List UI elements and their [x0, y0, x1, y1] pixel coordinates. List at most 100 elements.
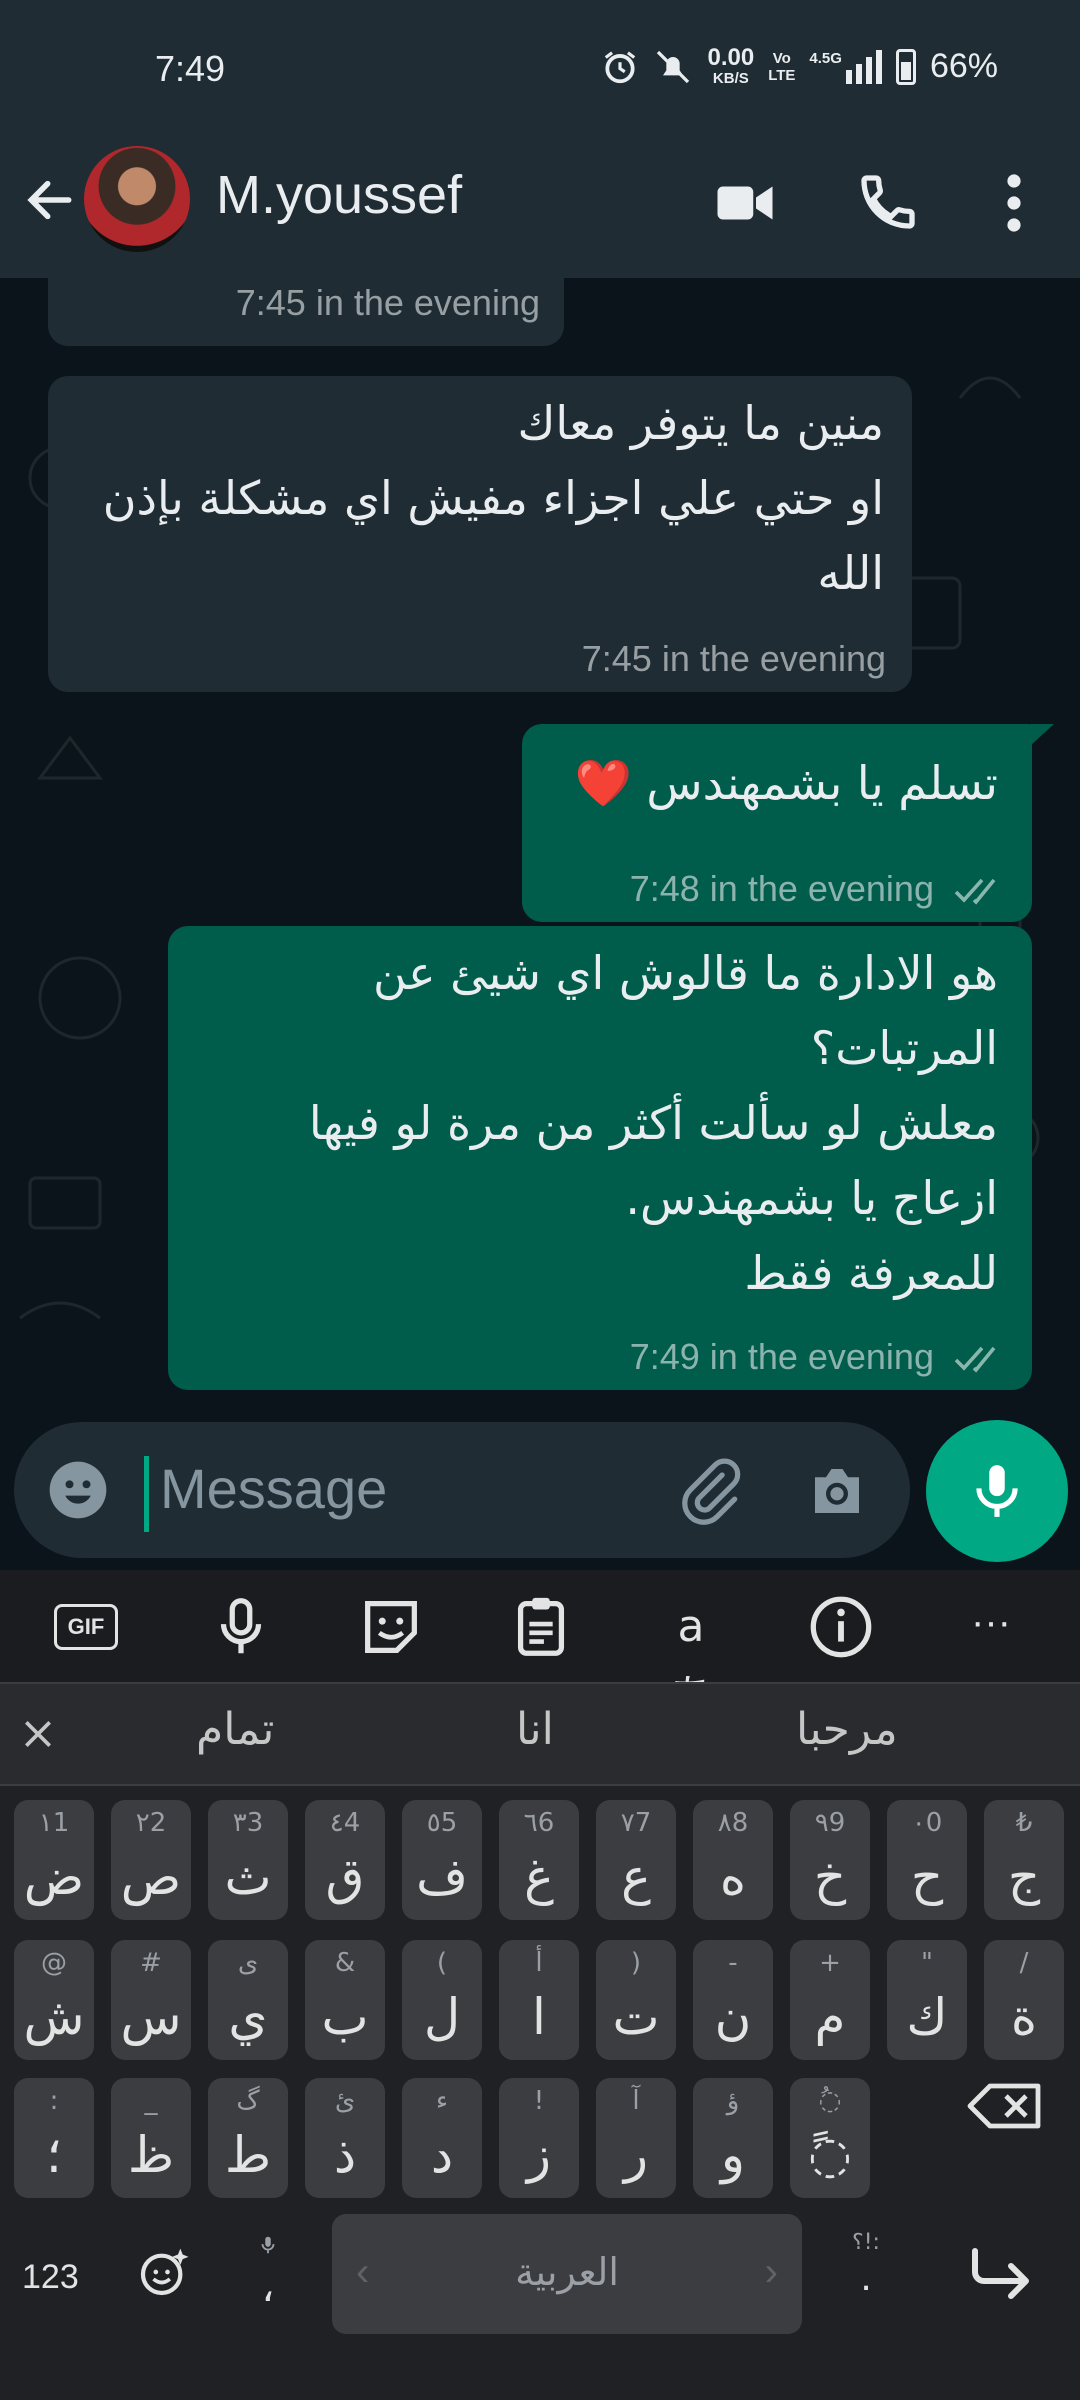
key-label: ط: [224, 2126, 272, 2184]
key-hint: @: [41, 1948, 67, 1978]
comma-key[interactable]: ،: [248, 2230, 288, 2330]
key-hint: ): [630, 1948, 642, 1978]
network-type: 4.5G: [809, 49, 842, 67]
key-hint: ٣3: [232, 1808, 264, 1838]
message-input[interactable]: Message: [14, 1422, 910, 1558]
double-check-icon: [954, 1347, 996, 1374]
enter-icon[interactable]: [966, 2240, 1038, 2304]
bubble-tail: [1030, 724, 1054, 746]
battery-icon: [895, 48, 916, 85]
suggestion-2[interactable]: انا: [516, 1704, 554, 1755]
mic-icon: [976, 1465, 1018, 1517]
gif-icon[interactable]: GIF: [54, 1592, 124, 1662]
avatar[interactable]: [84, 146, 190, 252]
suggestion-3[interactable]: مرحبا: [796, 1704, 898, 1755]
key-label: ◌ً: [808, 2126, 852, 2184]
key[interactable]: ىي: [208, 1940, 288, 2060]
info-icon[interactable]: [806, 1592, 876, 1662]
key[interactable]: ٦6 غ: [499, 1800, 579, 1920]
key[interactable]: ئذ: [305, 2078, 385, 2198]
key[interactable]: ءد: [402, 2078, 482, 2198]
key[interactable]: ₺ ج: [984, 1800, 1064, 1920]
key[interactable]: ٠0 ح: [887, 1800, 967, 1920]
message-bubble-outgoing[interactable]: تسلم يا بشمهندس ❤️ 7:48 in the evening: [522, 724, 1032, 922]
voice-input-icon: [261, 2236, 275, 2254]
contact-name[interactable]: M.youssef: [216, 164, 462, 226]
volte-badge: Vo LTE: [768, 50, 795, 84]
key[interactable]: ١1 ض: [14, 1800, 94, 1920]
key[interactable]: " ك: [887, 1940, 967, 2060]
net-speed-value: 0.00: [707, 44, 755, 71]
message-bubble-incoming[interactable]: 7:45 in the evening: [48, 278, 564, 346]
more-icon[interactable]: ···: [956, 1592, 1026, 1662]
key[interactable]: & ب: [305, 1940, 385, 2060]
key-label: د: [430, 2126, 454, 2184]
message-bubble-outgoing[interactable]: هو الادارة ما قالوش اي شيئ عن المرتبات؟ …: [168, 926, 1032, 1390]
status-time: 7:49: [155, 48, 226, 89]
voice-record-button[interactable]: [926, 1420, 1068, 1562]
numbers-key[interactable]: 123: [22, 2258, 79, 2297]
key[interactable]: # س: [111, 1940, 191, 2060]
key[interactable]: (ل: [402, 1940, 482, 2060]
key[interactable]: @ ش: [14, 1940, 94, 2060]
key[interactable]: ؤو: [693, 2078, 773, 2198]
sticker-icon[interactable]: [356, 1592, 426, 1662]
key[interactable]: ٤4 ق: [305, 1800, 385, 1920]
key[interactable]: ) ت: [596, 1940, 676, 2060]
key[interactable]: ٣3 ث: [208, 1800, 288, 1920]
key-label: ل: [423, 1988, 461, 2046]
voice-call-icon[interactable]: [856, 170, 920, 234]
message-text: منين ما يتوفر معاك او حتي علي اجزاء مفيش…: [102, 396, 884, 600]
key[interactable]: ! ز: [499, 2078, 579, 2198]
key[interactable]: -ن: [693, 1940, 773, 2060]
key[interactable]: ٢2 ص: [111, 1800, 191, 1920]
key-hint: ٧7: [620, 1808, 652, 1838]
chat-header: M.youssef: [0, 140, 1080, 278]
emoji-icon[interactable]: [44, 1456, 112, 1524]
key[interactable]: ٨8 ه: [693, 1800, 773, 1920]
key-hint: ٩9: [814, 1808, 846, 1838]
key-label: ج: [1007, 1848, 1041, 1906]
key[interactable]: ٧7 ع: [596, 1800, 676, 1920]
volte-top: Vo: [772, 49, 791, 67]
message-bubble-incoming[interactable]: منين ما يتوفر معاك او حتي علي اجزاء مفيش…: [48, 376, 912, 692]
key-label: ت: [612, 1988, 660, 2046]
more-options-icon[interactable]: [996, 170, 1032, 236]
period-hint: ؟!:: [852, 2230, 880, 2255]
key-hint: ٦6: [523, 1808, 555, 1838]
space-bar[interactable]: ‹ العربية ›: [332, 2214, 802, 2334]
message-time: 7:45 in the evening: [581, 638, 886, 679]
camera-icon[interactable]: [804, 1458, 870, 1524]
key[interactable]: / ة: [984, 1940, 1064, 2060]
key[interactable]: گط: [208, 2078, 288, 2198]
keyboard-toolbar: GIF aあ ···: [0, 1570, 1080, 1722]
key[interactable]: ٩9 خ: [790, 1800, 870, 1920]
key[interactable]: ٥5 ف: [402, 1800, 482, 1920]
translate-icon[interactable]: aあ: [656, 1592, 726, 1722]
back-arrow-icon[interactable]: [22, 170, 78, 230]
key[interactable]: أا: [499, 1940, 579, 2060]
key-hint: &: [334, 1948, 356, 1978]
message-meta: 7:48 in the evening: [630, 868, 1006, 910]
key-hint: أ: [535, 1948, 543, 1978]
key[interactable]: آر: [596, 2078, 676, 2198]
key[interactable]: : ؛: [14, 2078, 94, 2198]
key[interactable]: _ ظ: [111, 2078, 191, 2198]
key[interactable]: ◌ُ ◌ً: [790, 2078, 870, 2198]
net-speed: 0.00 KB/S: [707, 44, 755, 88]
backspace-key[interactable]: [958, 2046, 1058, 2166]
key-hint: ": [921, 1948, 933, 1978]
message-list[interactable]: 7:45 in the evening منين ما يتوفر معاك ا…: [0, 278, 1080, 1418]
video-call-icon[interactable]: [712, 170, 778, 236]
key-hint: ₺: [1015, 1808, 1033, 1838]
suggestion-1[interactable]: تمام: [196, 1704, 274, 1755]
emoji-sparkle-icon[interactable]: [136, 2244, 192, 2300]
key[interactable]: + م: [790, 1940, 870, 2060]
period-key[interactable]: ؟!: .: [846, 2230, 886, 2340]
attach-icon[interactable]: [674, 1456, 744, 1526]
close-icon[interactable]: [18, 1714, 58, 1754]
mic-icon[interactable]: [206, 1592, 276, 1662]
clipboard-icon[interactable]: [506, 1592, 576, 1662]
key-label: ك: [906, 1988, 948, 2046]
key-hint: ء: [435, 2086, 449, 2116]
